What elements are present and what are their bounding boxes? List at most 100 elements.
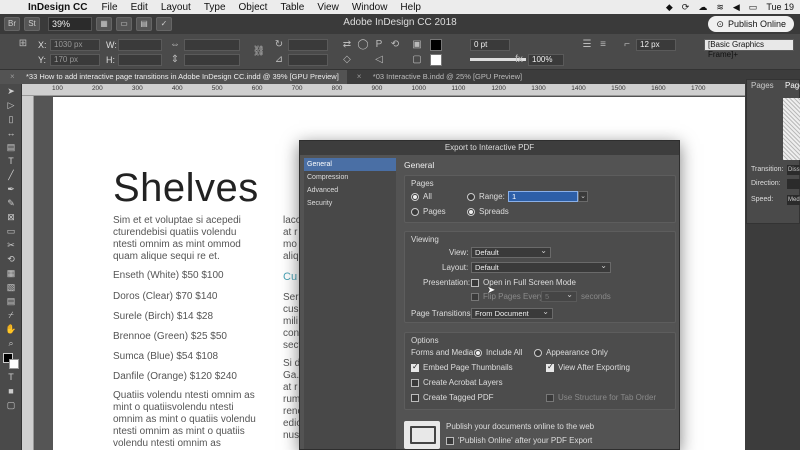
w-field[interactable] [118,39,162,51]
app-menu[interactable]: InDesign CC [28,2,87,13]
constrain-icon[interactable]: ⛓ [252,46,266,58]
tab-page-transitions[interactable]: Page [785,80,800,92]
scissors-tool-icon[interactable]: ✂ [0,238,22,252]
rectangle-tool-icon[interactable]: ▭ [0,224,22,238]
content-collector-icon[interactable]: ▤ [0,140,22,154]
y-field[interactable]: 170 px [50,54,100,66]
vertical-ruler[interactable] [22,96,34,450]
opacity-field[interactable]: 100% [528,54,564,66]
menu-type[interactable]: Type [204,2,226,13]
scale-y-field[interactable] [184,54,240,66]
gradient-swatch-tool-icon[interactable]: ▦ [0,266,22,280]
view-select[interactable]: Default [471,246,551,258]
include-all-radio[interactable] [474,349,482,357]
align-icon[interactable]: ≡ [596,39,610,51]
rotate-icon[interactable]: ↻ [272,39,286,51]
fill-icon[interactable]: ▣ [410,39,424,51]
corner-icon[interactable]: ⌐ [620,39,634,51]
menu-table[interactable]: Table [280,2,304,13]
object-style-field[interactable]: [Basic Graphics Frame]+ [704,39,794,59]
publish-online-checkbox[interactable] [446,437,454,445]
zoom-tool-icon[interactable]: ⌕ [0,336,22,350]
select-content-icon[interactable]: ◇ [340,54,354,66]
cloud-icon[interactable]: ☁ [698,2,707,13]
fullscreen-checkbox[interactable] [471,279,479,287]
selection-tool-icon[interactable]: ➤ [0,84,22,98]
gap-tool-icon[interactable]: ↔ [0,126,22,140]
path-icon[interactable]: P [372,39,386,51]
h-field[interactable] [118,54,162,66]
zoom-field[interactable]: 39% [48,17,92,31]
view-options-button[interactable]: ▦ [96,17,112,31]
direction-select[interactable] [787,179,800,189]
menu-window[interactable]: Window [352,2,388,13]
battery-icon[interactable]: ▭ [749,2,758,13]
page-tool-icon[interactable]: ▯ [0,112,22,126]
embed-thumbnails-checkbox[interactable] [411,362,419,372]
rectangle-frame-tool-icon[interactable]: ⊠ [0,210,22,224]
stroke-icon[interactable]: ▢ [410,54,424,66]
reference-point-icon[interactable]: ⊞ [16,38,30,50]
select-next-icon[interactable]: ⟲ [388,39,402,51]
menu-layout[interactable]: Layout [161,2,191,13]
all-radio[interactable] [411,193,419,201]
hand-tool-icon[interactable]: ✋ [0,322,22,336]
note-tool-icon[interactable]: ▤ [0,294,22,308]
range-field[interactable]: 1 [508,191,578,202]
pen-tool-icon[interactable]: ✒ [0,182,22,196]
flip-seconds-field[interactable]: 5 [541,290,577,302]
flip-icon[interactable]: ⇄ [340,39,354,51]
layout-select[interactable]: Default [471,261,611,273]
shear-field[interactable] [288,54,328,66]
stroke-weight-field[interactable]: 0 pt [470,39,510,51]
volume-icon[interactable]: ◀ [733,2,740,13]
screen-mode-icon[interactable]: ▢ [0,398,22,412]
pencil-tool-icon[interactable]: ✎ [0,196,22,210]
gradient-feather-tool-icon[interactable]: ▧ [0,280,22,294]
wifi-icon[interactable]: ≋ [716,2,724,13]
eyedropper-tool-icon[interactable]: ⌿ [0,308,22,322]
tagged-pdf-checkbox[interactable] [411,394,419,402]
sidebar-item-advanced[interactable]: Advanced [304,184,396,197]
bridge-button[interactable]: Br [4,17,20,31]
flip-pages-checkbox[interactable] [471,293,479,301]
tab-doc-03[interactable]: × *03 Interactive B.indd @ 25% [GPU Prev… [347,70,530,84]
menu-view[interactable]: View [317,2,339,13]
scale-y-icon[interactable]: ⇕ [168,54,182,66]
fill-swatch[interactable] [430,39,442,51]
select-container-icon[interactable]: ◯ [356,39,370,51]
structure-tab-order-checkbox[interactable] [546,394,554,402]
menu-object[interactable]: Object [239,2,268,13]
menu-edit[interactable]: Edit [131,2,148,13]
shear-icon[interactable]: ⊿ [272,54,286,66]
close-icon[interactable]: × [10,70,15,84]
arrange-button[interactable]: ▤ [136,17,152,31]
page-transitions-select[interactable]: From Document [471,307,553,319]
scale-x-field[interactable] [184,39,240,51]
direct-selection-tool-icon[interactable]: ▷ [0,98,22,112]
pages-radio[interactable] [411,208,419,216]
tab-pages[interactable]: Pages [751,80,774,92]
acrobat-layers-checkbox[interactable] [411,379,419,387]
stroke-swatch[interactable] [430,54,442,66]
view-after-exporting-checkbox[interactable] [546,362,554,372]
menu-file[interactable]: File [101,2,117,13]
x-field[interactable]: 1030 px [50,39,100,51]
transition-select[interactable]: Diss [787,165,800,175]
speed-select[interactable]: Med [787,195,800,205]
stock-button[interactable]: St [24,17,40,31]
scale-x-icon[interactable]: ⇔ [168,39,182,51]
text-wrap-icon[interactable]: ☰ [580,39,594,51]
rotate-field[interactable] [288,39,328,51]
dropbox-icon[interactable]: ◆ [666,2,673,13]
select-previous-icon[interactable]: ◁ [372,54,386,66]
appearance-only-radio[interactable] [534,349,542,357]
range-dropdown-button[interactable]: ⌄ [578,191,588,202]
screen-mode-button[interactable]: ▭ [116,17,132,31]
apply-color-icon[interactable]: ■ [0,384,22,398]
gpu-icon[interactable]: ✓ [156,17,172,31]
sidebar-item-general[interactable]: General [304,158,396,171]
horizontal-ruler[interactable]: 100 200 300 400 500 600 700 800 900 1000 1100 1200 1… [22,84,745,96]
sidebar-item-security[interactable]: Security [304,197,396,210]
clock[interactable]: Tue 19 [766,2,794,12]
